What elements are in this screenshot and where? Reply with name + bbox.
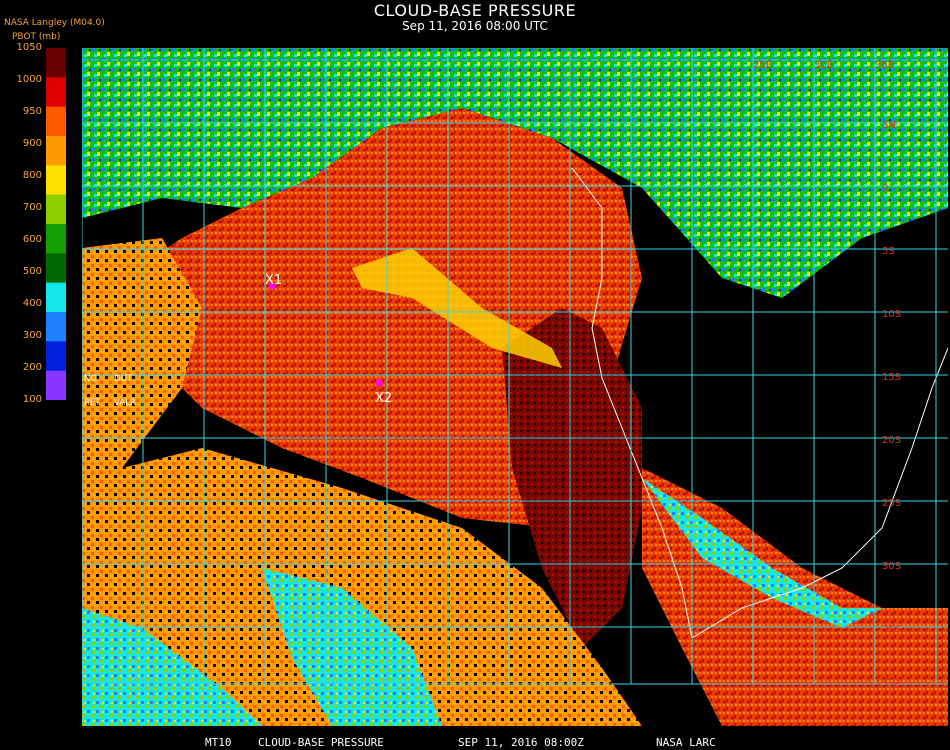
legend-no: NO: [84, 374, 98, 384]
grid-label-10s: 10S: [882, 309, 901, 320]
map-title: CLOUD-BASE PRESSURE: [373, 1, 577, 20]
grid-label-0: 0: [882, 183, 888, 194]
map-subtitle: Sep 11, 2016 08:00 UTC: [402, 19, 548, 33]
color-scale-segment: [46, 194, 66, 225]
color-scale-segment: [46, 341, 66, 372]
color-scale-label: 300: [22, 330, 42, 341]
footer-date: SEP 11, 2016 08:00Z: [458, 736, 584, 749]
legend-ret: RET: [84, 398, 101, 408]
color-scale-segment: [46, 165, 66, 196]
footer-product: MT10: [205, 736, 232, 749]
marker-x2-dot: [375, 379, 383, 387]
grid-label-25e: 25E: [753, 60, 772, 71]
color-scale-label: 500: [22, 266, 42, 277]
color-scale-segment: [46, 253, 66, 284]
legend-out: OUT: [114, 374, 133, 384]
color-scale-bar: [46, 48, 66, 401]
color-scale-segment: [46, 282, 66, 313]
color-scale-label: 200: [22, 362, 42, 373]
color-scale-segment: [46, 106, 66, 137]
color-scale-svg: [46, 48, 66, 401]
color-scale-segment: [46, 312, 66, 342]
color-scale-segment: [46, 370, 66, 401]
satellite-map: 25E 30E 35E 5N 0 5S 10S 15S 20S 25S 30S …: [81, 48, 949, 726]
color-scale-labels: 1050 1000 950 900 800 700 600 500 400 300 200 100: [0, 0, 46, 420]
grid-label-5n: 5N: [882, 120, 896, 131]
grid-label-25s: 25S: [882, 498, 901, 509]
color-scale-label: 600: [22, 234, 42, 245]
marker-x2-label: X2: [375, 391, 392, 406]
legend-valr: VALR: [114, 398, 136, 408]
grid-label-30s: 30S: [882, 561, 901, 572]
footer-name: CLOUD-BASE PRESSURE: [258, 736, 384, 749]
color-scale-segment: [46, 136, 66, 166]
color-scale-label: 950: [22, 106, 42, 117]
grid-label-30e: 30E: [814, 60, 833, 71]
grid-label-40s: 40S: [882, 676, 901, 687]
color-scale-label: 800: [22, 170, 42, 181]
color-scale-label: 400: [22, 298, 42, 309]
grid-label-15s: 15S: [882, 372, 901, 383]
color-scale-label: 1000: [16, 74, 42, 85]
grid-label-35e: 35E: [875, 60, 894, 71]
map-svg: 25E 30E 35E 5N 0 5S 10S 15S 20S 25S 30S …: [81, 48, 949, 726]
data-quality-legend: NO OUT RET VALR: [82, 372, 140, 438]
color-scale-label: 100: [22, 394, 42, 405]
footer-source: NASA LARC: [656, 736, 716, 749]
grid-label-35s: 35S: [882, 624, 901, 635]
color-scale-segment: [46, 48, 66, 78]
color-scale-segment: [46, 77, 66, 108]
marker-x1-label: X1: [265, 273, 282, 288]
grid-label-20s: 20S: [882, 435, 901, 446]
color-scale-label: 1050: [16, 42, 42, 53]
color-scale-label: 900: [22, 138, 42, 149]
color-scale-label: 700: [22, 202, 42, 213]
color-scale-segment: [46, 224, 66, 254]
grid-label-5s: 5S: [882, 246, 895, 257]
